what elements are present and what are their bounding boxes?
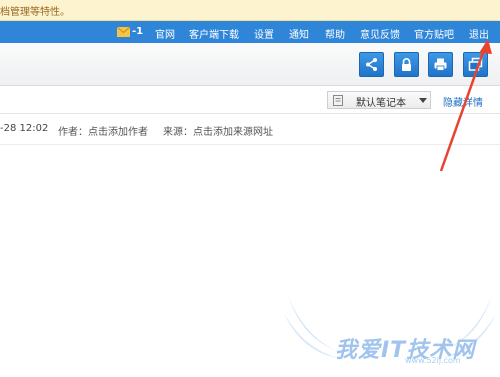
notice-bar: 档管理等特性。	[0, 0, 500, 21]
top-nav: -1 官网 客户端下载 设置 通知 帮助 意见反馈 官方贴吧 退出	[0, 21, 500, 43]
lock-icon	[402, 58, 411, 71]
watermark-url: www.52ij.com	[405, 356, 461, 365]
nav-notifications[interactable]: 通知	[289, 26, 309, 41]
notice-text: 档管理等特性。	[0, 7, 70, 18]
hide-details-link[interactable]: 隐藏详情	[443, 94, 483, 109]
mail-count: -1	[132, 26, 144, 37]
print-icon	[434, 58, 447, 71]
notebook-icon	[333, 95, 343, 106]
print-button[interactable]	[428, 52, 453, 77]
new-window-button[interactable]	[463, 52, 488, 77]
watermark: 我爱IT技术网 www.52ij.com	[280, 294, 500, 377]
share-button[interactable]	[359, 52, 384, 77]
note-date: -28 12:02	[0, 123, 49, 134]
nav-official-forum[interactable]: 官方贴吧	[414, 26, 454, 41]
notebook-select-value: 默认笔记本	[356, 98, 406, 109]
nav-help[interactable]: 帮助	[325, 26, 345, 41]
chevron-down-icon	[419, 98, 427, 103]
nav-settings[interactable]: 设置	[254, 26, 274, 41]
source-url-field[interactable]: 来源：点击添加来源网址	[163, 123, 273, 138]
notebook-select[interactable]: 默认笔记本	[327, 91, 431, 109]
nav-client-download[interactable]: 客户端下载	[189, 26, 239, 41]
nav-official-site[interactable]: 官网	[155, 26, 175, 41]
mail-icon	[117, 27, 130, 37]
lock-button[interactable]	[394, 52, 419, 77]
share-icon	[366, 58, 377, 71]
author-field[interactable]: 作者：点击添加作者	[58, 123, 148, 138]
nav-logout[interactable]: 退出	[469, 26, 489, 41]
notebook-row: 默认笔记本 隐藏详情	[0, 86, 500, 114]
note-meta-row: -28 12:02 作者：点击添加作者 来源：点击添加来源网址	[0, 114, 500, 145]
nav-feedback[interactable]: 意见反馈	[360, 26, 400, 41]
window-icon	[468, 57, 483, 71]
note-toolbar	[0, 43, 500, 86]
note-editor-window: 档管理等特性。 -1 官网 客户端下载 设置 通知 帮助 意见反馈 官方贴吧 退…	[0, 0, 500, 377]
